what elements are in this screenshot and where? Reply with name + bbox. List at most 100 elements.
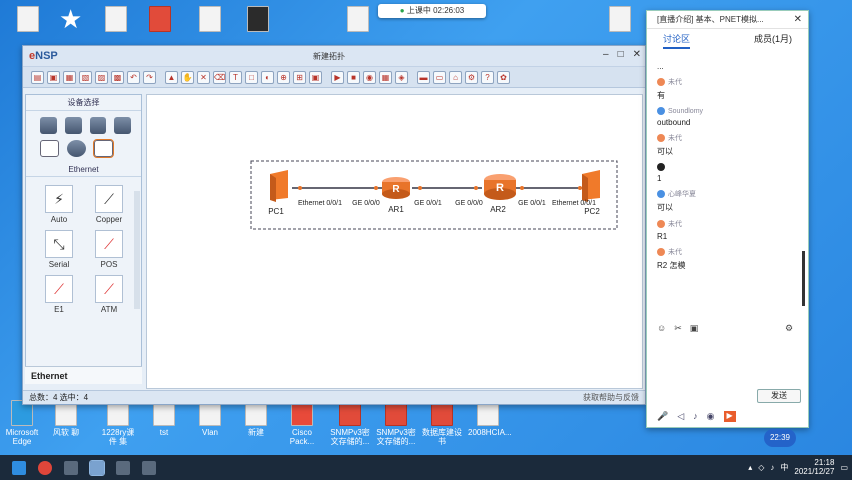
settings-icon[interactable]: ⚙ (465, 70, 478, 84)
topology-icon[interactable]: ◈ (395, 70, 408, 84)
tab-members[interactable]: 成员(1月) (754, 29, 792, 49)
minimize-icon[interactable]: – (603, 49, 609, 60)
save-as-icon[interactable]: ▨ (95, 70, 108, 84)
ensp-titlebar[interactable]: eNSP 新建拓扑 – □ ✕ (23, 46, 645, 66)
pc-category-icon[interactable] (40, 140, 59, 157)
desktop-icon[interactable]: ★ (50, 6, 90, 34)
desktop-icon[interactable] (338, 6, 378, 34)
emoji-icon[interactable]: ☺ (657, 323, 666, 334)
home-icon[interactable]: ⌂ (449, 70, 462, 84)
terminal-icon[interactable] (116, 460, 130, 475)
start-icon[interactable]: ▶ (331, 70, 344, 84)
rect-icon[interactable]: □ (245, 70, 258, 84)
move-icon[interactable]: ✋ (181, 70, 194, 84)
pos-cable-icon: ⟋ (95, 230, 123, 258)
desktop-icon[interactable]: 2008HCIA... (468, 400, 512, 437)
desktop-icon[interactable] (238, 6, 278, 34)
tab-discussion[interactable]: 讨论区 (663, 29, 691, 49)
desktop-icon[interactable]: 新建 (236, 400, 276, 437)
recording-indicator[interactable]: ● 上课中 02:26:03 (378, 4, 486, 18)
desktop-icon[interactable]: SNMPv3密 文存储的... (330, 400, 370, 446)
save-icon[interactable]: ▧ (79, 70, 92, 84)
network-icon[interactable]: ◇ (758, 463, 764, 472)
chat-scrollbar[interactable] (802, 251, 805, 306)
firewall-category-icon[interactable] (114, 117, 131, 134)
undo-icon[interactable]: ↶ (127, 70, 140, 84)
grid-icon[interactable]: ▦ (379, 70, 392, 84)
photos-icon[interactable] (64, 460, 78, 475)
switch-category-icon[interactable] (64, 117, 82, 134)
scissors-icon[interactable]: ✂ (674, 323, 682, 334)
desktop-icon[interactable]: 风软 聊 (46, 400, 86, 437)
clock[interactable]: 21:18 2021/12/27 (794, 458, 834, 476)
cable-copper[interactable]: ⟋ Copper (84, 185, 134, 224)
cable-category-icon[interactable] (93, 139, 114, 158)
cable-pos[interactable]: ⟋ POS (84, 230, 134, 269)
desktop-icon[interactable] (96, 6, 136, 34)
chat-icon[interactable]: ▭ (433, 70, 446, 84)
settings-icon[interactable]: ⚙ (785, 323, 793, 334)
speaker-icon[interactable]: ◁ (677, 411, 684, 422)
desktop-icon[interactable]: 1228ry课件 集 (98, 400, 138, 446)
palette-icon[interactable]: ◐ (261, 70, 274, 84)
session-timer[interactable]: 22:39 (764, 429, 796, 447)
desktop-icon[interactable] (140, 6, 180, 34)
eraser-icon[interactable]: ⌫ (213, 70, 226, 84)
new-file-icon[interactable]: ▣ (47, 70, 60, 84)
feedback-link[interactable]: 获取帮助与反馈 (583, 391, 639, 405)
cable-atm[interactable]: ⟋ ATM (84, 275, 134, 314)
huawei-icon[interactable]: ✿ (497, 70, 510, 84)
wlan-category-icon[interactable] (89, 117, 107, 134)
router-category-icon[interactable] (40, 117, 57, 134)
redo-icon[interactable]: ↷ (143, 70, 156, 84)
ensp-taskbar-icon[interactable] (89, 459, 105, 476)
fit-icon[interactable]: ⊞ (293, 70, 306, 84)
print-icon[interactable]: ▩ (111, 70, 124, 84)
open-icon[interactable]: ▦ (63, 70, 76, 84)
volume-icon[interactable]: ♪ (770, 463, 774, 472)
mic-icon[interactable]: 🎤 (657, 411, 668, 422)
text-icon[interactable]: T (229, 70, 242, 84)
desktop-icon[interactable]: Cisco Pack... (282, 400, 322, 446)
new-icon[interactable]: ▤ (31, 70, 44, 84)
desktop-icon[interactable] (190, 6, 230, 34)
app-icon[interactable] (142, 460, 156, 475)
cable-serial[interactable]: ⤡ Serial (34, 230, 84, 269)
desktop-icon[interactable] (8, 6, 48, 34)
select-icon[interactable]: ▲ (165, 70, 178, 84)
help-icon[interactable]: ? (481, 70, 494, 84)
topology-canvas[interactable] (146, 94, 643, 389)
topology-diagram[interactable]: R R PC1 PC2 AR1 AR2 Ethernet 0/0/1 GE 0/… (250, 160, 618, 230)
stop-icon[interactable]: ■ (347, 70, 360, 84)
desktop-icon[interactable]: 数据库建设 书 (422, 400, 462, 446)
delete-icon[interactable]: ✕ (197, 70, 210, 84)
port-label: GE 0/0/1 (414, 200, 442, 207)
highlight-icon[interactable]: ▶ (723, 411, 736, 422)
desktop-icon[interactable] (600, 6, 640, 34)
cable-e1[interactable]: ⟋ E1 (34, 275, 84, 314)
start-icon[interactable] (12, 460, 26, 475)
cloud-category-icon[interactable] (67, 140, 86, 157)
chat-panel: [直播介绍] 基本、PNET模拟... ✕ 讨论区 成员(1月) ... 未代有 … (646, 10, 809, 428)
music-icon[interactable]: ♪ (693, 411, 698, 422)
notification-icon[interactable]: ▭ (840, 463, 848, 472)
image-icon[interactable]: ▣ (690, 323, 699, 334)
maximize-icon[interactable]: □ (618, 49, 624, 60)
image-icon[interactable]: ▣ (309, 70, 322, 84)
desktop-icon[interactable]: Vlan (190, 400, 230, 437)
tray-icon[interactable]: ▴ (748, 463, 752, 472)
lang-indicator[interactable]: 中 (780, 462, 788, 473)
capture-icon[interactable]: ◉ (363, 70, 376, 84)
close-icon[interactable]: ✕ (633, 49, 641, 60)
cable-auto[interactable]: ⚡ Auto (34, 185, 84, 224)
desktop-icon[interactable]: tst (144, 400, 184, 437)
send-button[interactable]: 发送 (757, 389, 801, 403)
close-icon[interactable]: ✕ (794, 11, 802, 29)
cmd-icon[interactable]: ▬ (417, 70, 430, 84)
desktop-icon-edge[interactable]: Microsoft Edge (2, 400, 42, 446)
desktop-icon[interactable]: SNMPv3密 文存储的... (376, 400, 416, 446)
chrome-icon[interactable] (38, 460, 52, 475)
device-panel-scrollbar[interactable] (134, 191, 140, 309)
camera-icon[interactable]: ◉ (707, 411, 715, 422)
zoom-icon[interactable]: ⊕ (277, 70, 290, 84)
